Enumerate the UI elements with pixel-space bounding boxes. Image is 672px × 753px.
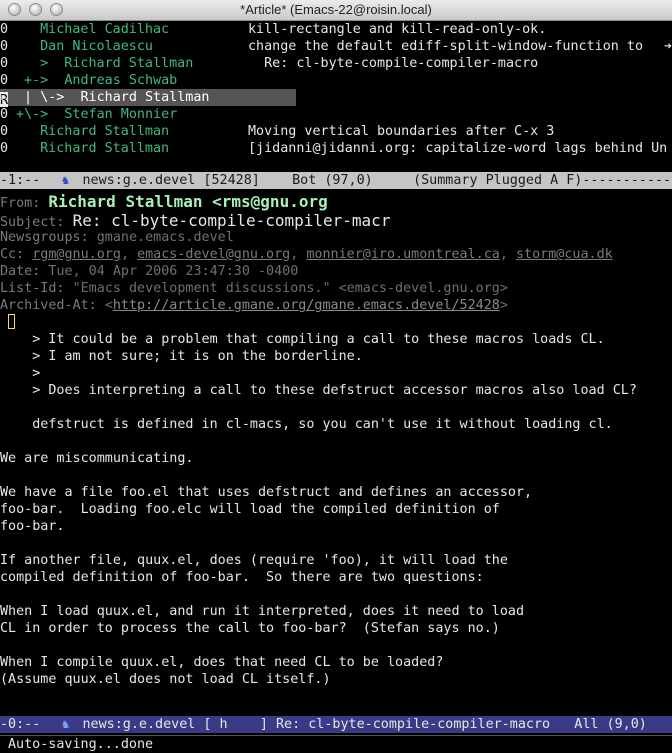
summary-row[interactable]: 0 Michael Cadilhac kill-rectangle and kil…	[0, 21, 546, 38]
text-cursor	[8, 314, 15, 329]
body-line: defstruct is defined in cl-macs, so you …	[0, 417, 613, 432]
summary-modeline[interactable]: -1:-- ♞ news:g.e.devel [52428] Bot (97,0…	[0, 172, 672, 189]
summary-row[interactable]: 0 +-> Andreas Schwab	[0, 72, 177, 89]
summary-row-current[interactable]: R | \-> Richard Stallman	[0, 89, 296, 108]
cc-link[interactable]: storm@cua.dk	[516, 247, 613, 262]
cc-link[interactable]: emacs-devel@gnu.org	[137, 247, 290, 262]
body-line: We are miscommunicating.	[0, 451, 194, 466]
body-line: When I load quux.el, and run it interpre…	[0, 604, 525, 619]
summary-row[interactable]: 0 Richard Stallman Moving vertical bounda…	[0, 123, 554, 140]
header-date: Date: Tue, 04 Apr 2006 23:47:30 -0400	[0, 264, 299, 279]
current-arrow-icon: ▸	[0, 90, 9, 105]
body-line: foo-bar.	[0, 519, 65, 534]
cc-link[interactable]: monnier@iro.umontreal.ca	[306, 247, 499, 262]
archive-link[interactable]: http://article.gmane.org/gmane.emacs.dev…	[113, 298, 500, 313]
body-line: If another file, quux.el, does (require …	[0, 553, 508, 568]
summary-row[interactable]: 0 > Richard Stallman Re: cl-byte-compile…	[0, 55, 538, 72]
truncation-arrow-icon: ➔	[664, 39, 672, 54]
body-line: > It could be a problem that compiling a…	[0, 332, 605, 347]
header-from: From: Richard Stallman <rms@gnu.org	[0, 192, 328, 211]
body-line: > Does interpreting a call to these defs…	[0, 383, 637, 398]
body-line: foo-bar. Loading foo.elc will load the c…	[0, 502, 500, 517]
body-line: compiled definition of foo-bar. So there…	[0, 570, 484, 585]
body-line: We have a file foo.el that uses defstruc…	[0, 485, 533, 500]
body-line: CL in order to process the call to foo-b…	[0, 621, 500, 636]
gnu-icon: ♞	[61, 717, 70, 731]
header-subject: Subject: Re: cl-byte-compile-compiler-ma…	[0, 211, 391, 230]
body-line: > I am not sure; it is on the borderline…	[0, 349, 363, 364]
header-newsgroups: Newsgroups: gmane.emacs.devel	[0, 230, 234, 245]
header-archived-at: Archived-At: <http://article.gmane.org/g…	[0, 298, 508, 313]
echo-area: Auto-saving...done	[0, 735, 672, 753]
header-list-id: List-Id: "Emacs development discussions.…	[0, 281, 508, 296]
header-cc: Cc: rgm@gnu.org, emacs-devel@gnu.org, mo…	[0, 247, 613, 262]
summary-row[interactable]: 0 Richard Stallman [jidanni@jidanni.org: …	[0, 140, 672, 157]
window-title: *Article* (Emacs-22@roisin.local)	[240, 2, 432, 17]
body-line: (Assume quux.el does not load CL itself.…	[0, 672, 331, 687]
body-line: >	[0, 366, 41, 381]
body-line: When I compile quux.el, does that need C…	[0, 655, 444, 670]
summary-row[interactable]: 0 +\-> Stefan Monnier	[0, 106, 177, 123]
gnu-icon: ♞	[61, 173, 70, 187]
summary-row[interactable]: 0 Dan Nicolaescu change the default ediff…	[0, 38, 672, 55]
window-titlebar[interactable]: *Article* (Emacs-22@roisin.local)	[0, 0, 672, 21]
cc-link[interactable]: rgm@gnu.org	[32, 247, 121, 262]
article-modeline[interactable]: -0:-- ♞ news:g.e.devel [ h ] Re: cl-byte…	[0, 716, 672, 733]
